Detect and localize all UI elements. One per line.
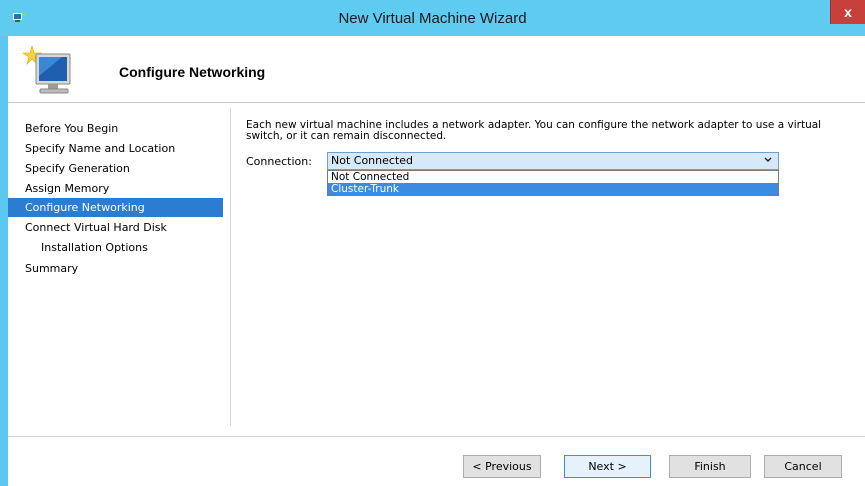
connection-dropdown-list: Not Connected Cluster-Trunk xyxy=(327,170,779,196)
wizard-body: Configure Networking Before You Begin Sp… xyxy=(8,36,865,486)
nav-item-configure-networking[interactable]: Configure Networking xyxy=(8,198,223,217)
title-bar: New Virtual Machine Wizard x xyxy=(0,0,865,36)
page-title: Configure Networking xyxy=(119,64,266,80)
nav-divider xyxy=(230,108,231,426)
close-button[interactable]: x xyxy=(830,0,865,24)
option-not-connected[interactable]: Not Connected xyxy=(328,171,778,183)
virtual-machine-icon xyxy=(22,44,71,94)
previous-button[interactable]: < Previous xyxy=(463,455,541,478)
page-description: Each new virtual machine includes a netw… xyxy=(246,119,822,142)
option-cluster-trunk[interactable]: Cluster-Trunk xyxy=(328,183,778,195)
nav-item-connect-vhd[interactable]: Connect Virtual Hard Disk xyxy=(8,218,223,237)
finish-button[interactable]: Finish xyxy=(669,455,751,478)
cancel-button[interactable]: Cancel xyxy=(764,455,842,478)
chevron-down-icon xyxy=(764,157,772,162)
connection-select-value: Not Connected xyxy=(331,154,414,167)
nav-item-before-you-begin[interactable]: Before You Begin xyxy=(8,119,223,138)
wizard-steps: Before You Begin Specify Name and Locati… xyxy=(8,104,230,436)
connection-select[interactable]: Not Connected xyxy=(327,152,779,170)
wizard-header: Configure Networking xyxy=(8,36,865,103)
footer-divider xyxy=(8,436,865,437)
nav-item-assign-memory[interactable]: Assign Memory xyxy=(8,179,223,198)
nav-item-specify-name[interactable]: Specify Name and Location xyxy=(8,139,223,158)
connection-label: Connection: xyxy=(246,155,312,168)
window-title: New Virtual Machine Wizard xyxy=(338,10,527,27)
nav-item-summary[interactable]: Summary xyxy=(8,259,223,278)
nav-item-installation-options[interactable]: Installation Options xyxy=(8,238,223,257)
next-button[interactable]: Next > xyxy=(564,455,651,478)
nav-item-specify-generation[interactable]: Specify Generation xyxy=(8,159,223,178)
